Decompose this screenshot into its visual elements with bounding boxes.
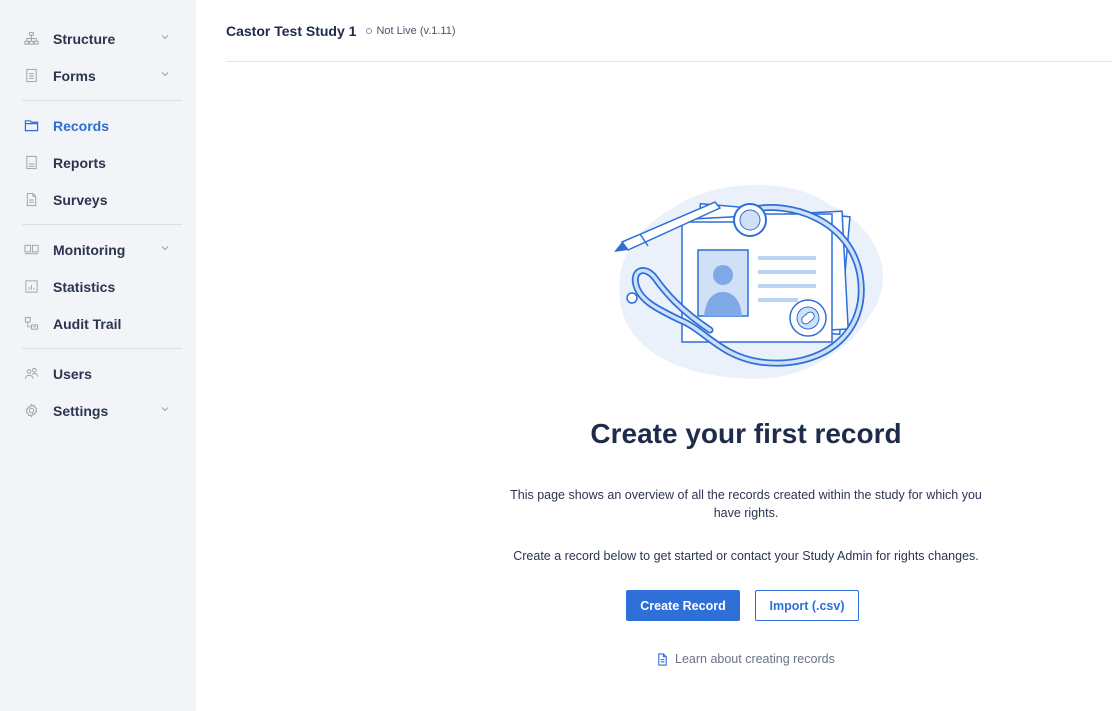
app-root: Structure Forms Records Reports Surveys … (0, 0, 1112, 711)
sidebar-divider (22, 224, 182, 225)
sidebar-item-forms[interactable]: Forms (22, 57, 182, 94)
chevron-down-icon (161, 72, 169, 77)
sidebar-item-label: Surveys (53, 191, 108, 208)
chevron-down-icon (161, 407, 169, 412)
sidebar-divider (22, 348, 182, 349)
sidebar-item-label: Records (53, 117, 110, 134)
sidebar-item-reports[interactable]: Reports (22, 144, 182, 181)
sidebar: Structure Forms Records Reports Surveys … (0, 0, 196, 711)
folder-icon (22, 117, 40, 135)
empty-state-illustration (614, 184, 884, 379)
sidebar-item-records[interactable]: Records (22, 107, 182, 144)
reports-icon (22, 154, 40, 172)
users-icon (22, 365, 40, 383)
status-dot-icon (366, 27, 373, 34)
main-content: Castor Test Study 1 Not Live (v.1.11) Cr… (196, 0, 1112, 711)
gear-icon (22, 402, 40, 420)
sidebar-item-statistics[interactable]: Statistics (22, 268, 182, 305)
sidebar-item-audit-trail[interactable]: Audit Trail (22, 305, 182, 342)
learn-link-text[interactable]: Learn about creating records (675, 652, 835, 666)
sidebar-item-label: Monitoring (53, 241, 126, 258)
sidebar-item-label: Forms (53, 67, 96, 84)
sidebar-item-surveys[interactable]: Surveys (22, 181, 182, 218)
surveys-icon (22, 191, 40, 209)
structure-icon (22, 30, 40, 48)
page-header: Castor Test Study 1 Not Live (v.1.11) (226, 0, 1112, 62)
sidebar-item-users[interactable]: Users (22, 355, 182, 392)
monitoring-icon (22, 241, 40, 259)
audit-trail-icon (22, 315, 40, 333)
sidebar-divider (22, 100, 182, 101)
empty-state-description: This page shows an overview of all the r… (510, 488, 982, 520)
forms-icon (22, 67, 40, 85)
chevron-down-icon (161, 35, 169, 40)
sidebar-item-monitoring[interactable]: Monitoring (22, 231, 182, 268)
sidebar-item-label: Settings (53, 402, 109, 419)
status-text: Not Live (v.1.11) (376, 24, 456, 37)
empty-state-headline: Create your first record (590, 418, 902, 449)
status-badge: Not Live (v.1.11) (366, 24, 456, 37)
study-title: Castor Test Study 1 (226, 22, 357, 39)
sidebar-item-label: Users (53, 365, 92, 382)
sidebar-item-label: Structure (53, 30, 116, 47)
learn-link[interactable]: Learn about creating records (656, 652, 835, 666)
sidebar-item-label: Audit Trail (53, 315, 122, 332)
statistics-icon (22, 278, 40, 296)
chevron-down-icon (161, 246, 169, 251)
sidebar-item-structure[interactable]: Structure (22, 20, 182, 57)
sidebar-item-label: Statistics (53, 278, 116, 295)
create-record-button[interactable]: Create Record (626, 590, 740, 621)
sidebar-item-settings[interactable]: Settings (22, 392, 182, 429)
sidebar-item-label: Reports (53, 154, 106, 171)
empty-state-description-2: Create a record below to get started or … (513, 549, 979, 563)
document-icon (658, 652, 667, 666)
import-csv-button[interactable]: Import (.csv) (755, 590, 859, 621)
